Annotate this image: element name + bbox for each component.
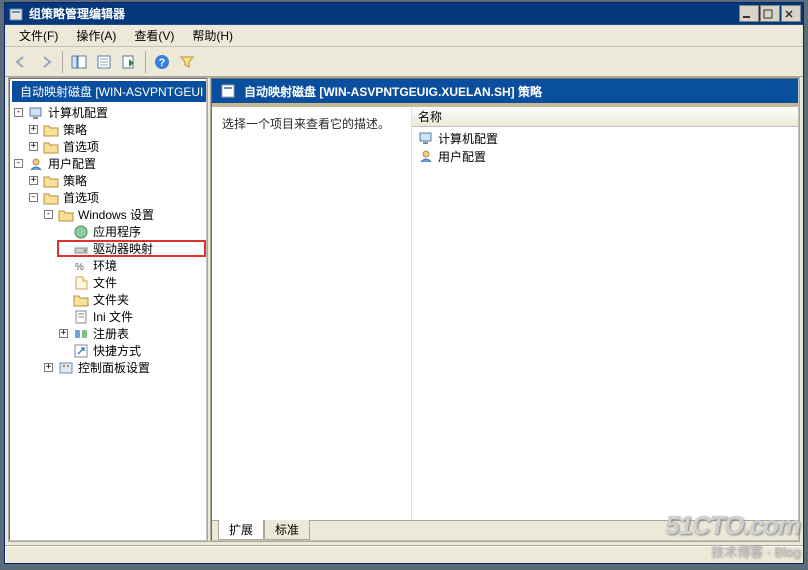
folder-icon bbox=[73, 292, 89, 308]
tree-node-folders[interactable]: 文件夹 bbox=[91, 291, 131, 308]
svg-text:?: ? bbox=[159, 57, 166, 69]
tree-node-shortcuts[interactable]: 快捷方式 bbox=[91, 342, 143, 359]
detail-pane: 自动映射磁盘 [WIN-ASVPNTGEUIG.XUELAN.SH] 策略 选择… bbox=[211, 78, 799, 541]
registry-icon bbox=[73, 326, 89, 342]
list-item[interactable]: 用户配置 bbox=[418, 147, 798, 165]
tree-node-applications[interactable]: 应用程序 bbox=[91, 223, 143, 240]
close-button[interactable] bbox=[781, 5, 801, 22]
policy-icon bbox=[220, 83, 236, 99]
tree-node-preferences[interactable]: 首选项 bbox=[61, 138, 101, 155]
description-column: 选择一个项目来查看它的描述。 bbox=[212, 107, 412, 520]
expander-minus-icon[interactable]: - bbox=[29, 193, 38, 202]
tab-standard[interactable]: 标准 bbox=[264, 520, 310, 540]
minimize-button[interactable] bbox=[739, 5, 759, 22]
list-item[interactable]: 计算机配置 bbox=[418, 129, 798, 147]
svg-text:%: % bbox=[75, 262, 84, 273]
expander-plus-icon[interactable]: + bbox=[29, 142, 38, 151]
folder-icon bbox=[43, 122, 59, 138]
description-text: 选择一个项目来查看它的描述。 bbox=[222, 117, 390, 131]
list-items: 计算机配置 用户配置 bbox=[412, 127, 798, 165]
tree-node-preferences[interactable]: 首选项 bbox=[61, 189, 101, 206]
applications-icon bbox=[73, 224, 89, 240]
shortcut-icon bbox=[73, 343, 89, 359]
status-bar bbox=[5, 545, 803, 563]
expander-minus-icon[interactable]: - bbox=[44, 210, 53, 219]
tree-node-policies[interactable]: 策略 bbox=[61, 172, 89, 189]
expander-plus-icon[interactable]: + bbox=[29, 176, 38, 185]
list-column: 名称 计算机配置 用户配置 bbox=[412, 107, 798, 520]
window-title: 组策略管理编辑器 bbox=[29, 5, 125, 22]
detail-body: 选择一个项目来查看它的描述。 名称 计算机配置 用户配置 bbox=[212, 107, 798, 520]
user-icon bbox=[418, 148, 434, 164]
content-area: 自动映射磁盘 [WIN-ASVPNTGEUI - 计算机配置 + 策略 + bbox=[8, 77, 800, 542]
expander-plus-icon[interactable]: + bbox=[59, 329, 68, 338]
ini-file-icon bbox=[73, 309, 89, 325]
tab-extended[interactable]: 扩展 bbox=[218, 520, 264, 540]
highlighted-drive-maps: 驱动器映射 bbox=[57, 240, 206, 257]
titlebar: 组策略管理编辑器 bbox=[5, 3, 803, 25]
computer-icon bbox=[28, 105, 44, 121]
files-icon bbox=[73, 275, 89, 291]
tree-root-label: 自动映射磁盘 [WIN-ASVPNTGEUI bbox=[20, 83, 203, 100]
back-button[interactable] bbox=[9, 50, 33, 74]
folder-icon bbox=[43, 139, 59, 155]
toolbar-separator bbox=[62, 51, 63, 73]
menu-view[interactable]: 查看(V) bbox=[126, 25, 182, 46]
expander-minus-icon[interactable]: - bbox=[14, 159, 23, 168]
tree-node-control-panel[interactable]: 控制面板设置 bbox=[76, 359, 152, 376]
filter-button[interactable] bbox=[175, 50, 199, 74]
tree-pane: 自动映射磁盘 [WIN-ASVPNTGEUI - 计算机配置 + 策略 + bbox=[9, 78, 207, 541]
policy-tree[interactable]: - 计算机配置 + 策略 + 首选项 bbox=[12, 102, 206, 538]
list-item-label: 计算机配置 bbox=[438, 130, 498, 147]
help-button[interactable]: ? bbox=[150, 50, 174, 74]
expander-minus-icon[interactable]: - bbox=[14, 108, 23, 117]
folder-open-icon bbox=[43, 190, 59, 206]
detail-header: 自动映射磁盘 [WIN-ASVPNTGEUIG.XUELAN.SH] 策略 bbox=[212, 79, 798, 107]
tree-node-computer-config[interactable]: 计算机配置 bbox=[46, 104, 110, 121]
show-hide-tree-button[interactable] bbox=[67, 50, 91, 74]
user-icon bbox=[28, 156, 44, 172]
app-icon bbox=[9, 6, 25, 22]
detail-header-text: 自动映射磁盘 [WIN-ASVPNTGEUIG.XUELAN.SH] 策略 bbox=[244, 83, 542, 100]
tree-node-drive-maps[interactable]: 驱动器映射 bbox=[91, 240, 155, 257]
tree-node-registry[interactable]: 注册表 bbox=[91, 325, 131, 342]
tree-node-files[interactable]: 文件 bbox=[91, 274, 119, 291]
toolbar: ? bbox=[5, 47, 803, 77]
folder-open-icon bbox=[58, 207, 74, 223]
detail-tabs: 扩展 标准 bbox=[212, 520, 798, 540]
column-header-name[interactable]: 名称 bbox=[412, 107, 798, 127]
drive-icon bbox=[73, 241, 89, 257]
list-item-label: 用户配置 bbox=[438, 148, 486, 165]
menu-help[interactable]: 帮助(H) bbox=[184, 25, 241, 46]
tree-root-selected[interactable]: 自动映射磁盘 [WIN-ASVPNTGEUI bbox=[12, 81, 206, 102]
export-list-button[interactable] bbox=[117, 50, 141, 74]
menu-file[interactable]: 文件(F) bbox=[11, 25, 66, 46]
control-panel-icon bbox=[58, 360, 74, 376]
forward-button[interactable] bbox=[34, 50, 58, 74]
tree-node-windows-settings[interactable]: Windows 设置 bbox=[76, 206, 156, 223]
tree-node-policies[interactable]: 策略 bbox=[61, 121, 89, 138]
menubar: 文件(F) 操作(A) 查看(V) 帮助(H) bbox=[5, 25, 803, 47]
environment-icon: % bbox=[73, 258, 89, 274]
toolbar-separator bbox=[145, 51, 146, 73]
expander-plus-icon[interactable]: + bbox=[29, 125, 38, 134]
expander-plus-icon[interactable]: + bbox=[44, 363, 53, 372]
tree-node-environment[interactable]: 环境 bbox=[91, 257, 119, 274]
folder-icon bbox=[43, 173, 59, 189]
computer-icon bbox=[418, 130, 434, 146]
app-window: 组策略管理编辑器 文件(F) 操作(A) 查看(V) 帮助(H) ? 自动映射磁… bbox=[4, 2, 804, 564]
tree-node-user-config[interactable]: 用户配置 bbox=[46, 155, 98, 172]
menu-action[interactable]: 操作(A) bbox=[68, 25, 124, 46]
properties-button[interactable] bbox=[92, 50, 116, 74]
tree-node-ini-files[interactable]: Ini 文件 bbox=[91, 308, 135, 325]
maximize-button[interactable] bbox=[760, 5, 780, 22]
window-controls bbox=[739, 5, 801, 22]
